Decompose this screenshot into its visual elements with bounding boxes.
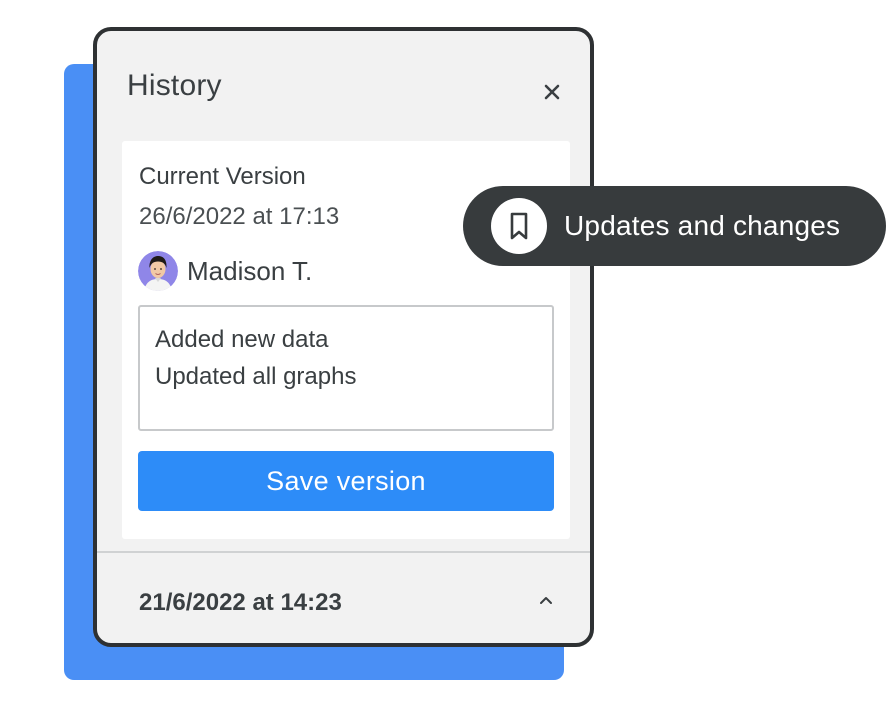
panel-title: History xyxy=(127,69,222,102)
avatar xyxy=(138,251,178,291)
version-label: Current Version xyxy=(139,163,306,190)
author-name: Madison T. xyxy=(187,255,313,286)
save-version-button[interactable]: Save version xyxy=(138,451,554,511)
previous-version-date: 21/6/2022 at 14:23 xyxy=(139,589,342,616)
notes-line: Updated all graphs xyxy=(155,363,357,390)
close-icon xyxy=(544,84,560,100)
stage: History Current Version 26/6/2022 at 17:… xyxy=(0,0,896,716)
author-row: Madison T. xyxy=(138,251,312,291)
tag-label: Updates and changes xyxy=(564,210,841,241)
chevron-up-icon[interactable] xyxy=(537,591,555,609)
close-button[interactable] xyxy=(538,78,566,106)
version-date: 26/6/2022 at 17:13 xyxy=(139,203,340,230)
updates-tag: Updates and changes xyxy=(463,186,886,266)
previous-version-row[interactable]: 21/6/2022 at 14:23 xyxy=(97,553,590,643)
notes-line: Added new data xyxy=(155,326,329,353)
bookmark-icon-badge xyxy=(491,198,547,254)
history-panel: History Current Version 26/6/2022 at 17:… xyxy=(93,27,594,647)
bookmark-icon xyxy=(510,212,528,240)
version-notes-textarea[interactable]: Added new data Updated all graphs xyxy=(138,305,554,431)
